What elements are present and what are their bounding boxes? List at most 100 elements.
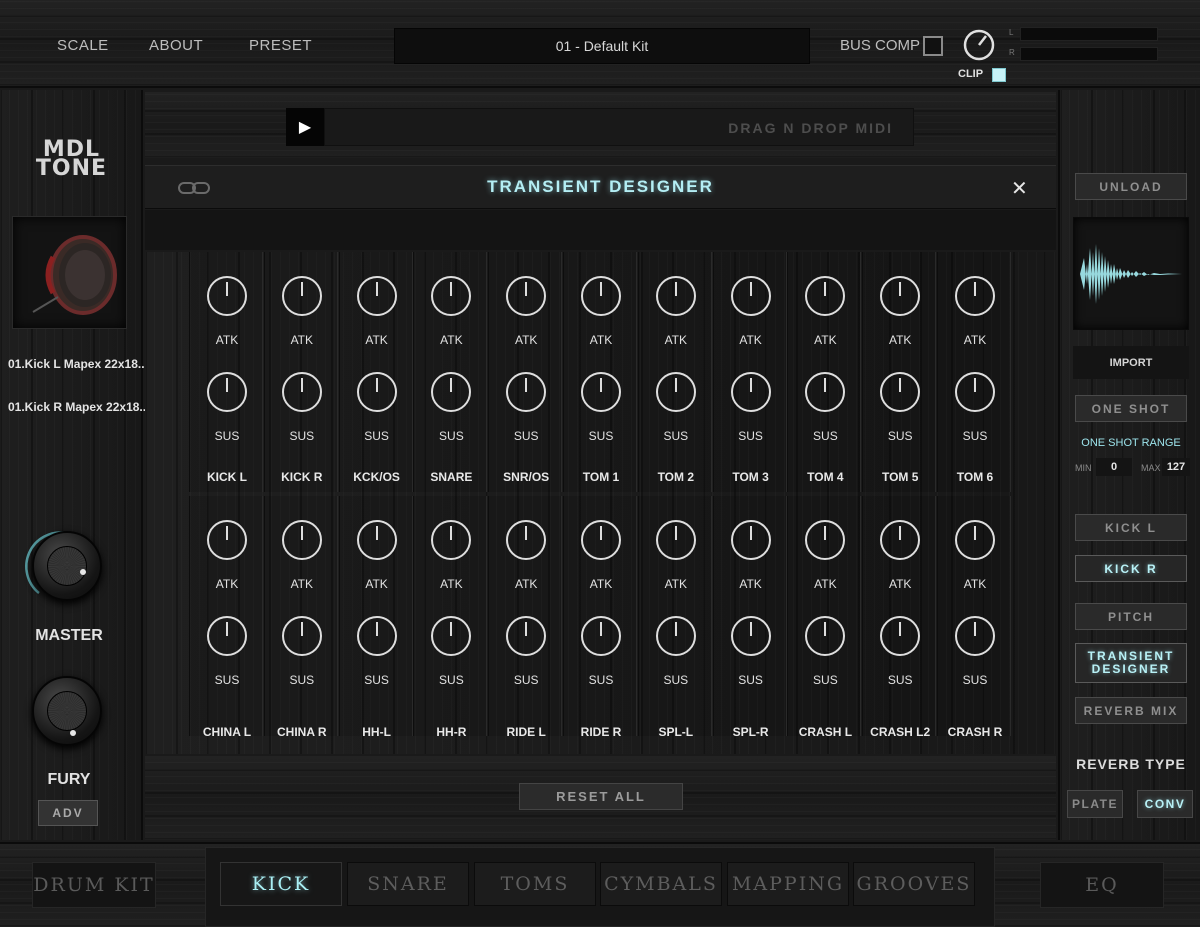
about-menu[interactable]: ABOUT — [149, 37, 203, 54]
kick-r-button[interactable]: KICK R — [1075, 555, 1187, 582]
meter-bar-l — [1020, 27, 1158, 41]
tab-toms[interactable]: TOMS — [474, 862, 596, 906]
atk-knob[interactable] — [281, 276, 322, 316]
sus-label: SUS — [289, 429, 315, 443]
atk-knob[interactable] — [506, 276, 547, 316]
transient-grid: ATK SUS KICK L ATK SUS KICK R ATK SUS KCK/OS ATK S… — [145, 252, 1056, 754]
sus-knob[interactable] — [655, 372, 696, 412]
reverb-mix-button[interactable]: REVERB MIX — [1075, 697, 1187, 724]
play-button[interactable]: ▶ — [286, 108, 324, 146]
sus-knob[interactable] — [356, 372, 397, 412]
sus-knob[interactable] — [730, 616, 771, 656]
sus-knob[interactable] — [581, 616, 621, 656]
bus-comp-knob[interactable] — [962, 28, 996, 62]
sus-knob[interactable] — [506, 372, 547, 412]
one-shot-button[interactable]: ONE SHOT — [1075, 395, 1187, 422]
sus-knob[interactable] — [581, 372, 621, 412]
sus-knob[interactable] — [207, 616, 247, 656]
sus-knob[interactable] — [880, 372, 921, 412]
tab-mapping[interactable]: MAPPING — [727, 862, 849, 906]
preset-selector[interactable]: 01 - Default Kit — [394, 28, 810, 64]
import-button[interactable]: IMPORT — [1073, 346, 1189, 379]
adv-button[interactable]: ADV — [38, 800, 98, 826]
sus-knob[interactable] — [805, 372, 846, 412]
clip-indicator[interactable] — [992, 68, 1006, 82]
atk-knob[interactable] — [356, 276, 397, 316]
conv-button[interactable]: CONV — [1137, 790, 1193, 818]
unload-button[interactable]: UNLOAD — [1075, 173, 1187, 200]
atk-label: ATK — [739, 577, 762, 591]
knob-indicator — [375, 282, 378, 296]
sus-knob[interactable] — [506, 616, 547, 656]
knob-indicator — [974, 378, 976, 392]
sus-knob[interactable] — [955, 372, 995, 412]
atk-knob[interactable] — [880, 520, 921, 560]
atk-knob[interactable] — [955, 276, 995, 316]
atk-knob[interactable] — [207, 276, 247, 316]
bus-comp-label: BUS COMP — [840, 37, 921, 54]
tab-cymbals[interactable]: CYMBALS — [600, 862, 722, 906]
drum-kit-tab[interactable]: DRUM KIT — [32, 862, 156, 908]
atk-label: ATK — [963, 577, 987, 591]
sus-knob[interactable] — [431, 616, 472, 656]
atk-knob[interactable] — [880, 276, 921, 316]
eq-tab[interactable]: EQ — [1040, 862, 1164, 908]
scale-menu[interactable]: SCALE — [57, 37, 109, 54]
sus-knob[interactable] — [880, 616, 921, 656]
atk-label: ATK — [963, 333, 987, 347]
knob-indicator — [674, 378, 677, 392]
transient-designer-button[interactable]: TRANSIENT DESIGNER — [1075, 643, 1187, 683]
reset-all-button[interactable]: RESET ALL — [519, 783, 683, 810]
close-icon[interactable]: ✕ — [1011, 176, 1028, 201]
sus-knob[interactable] — [955, 616, 995, 656]
sus-knob[interactable] — [281, 372, 322, 412]
atk-knob[interactable] — [207, 520, 247, 560]
preset-menu[interactable]: PRESET — [249, 37, 312, 54]
atk-knob[interactable] — [730, 276, 771, 316]
atk-knob[interactable] — [955, 520, 995, 560]
kick-drum-thumbnail[interactable] — [12, 216, 127, 329]
sus-knob[interactable] — [281, 616, 322, 656]
sus-knob[interactable] — [730, 372, 771, 412]
tab-kick[interactable]: KICK — [220, 862, 342, 906]
kick-l-button[interactable]: KICK L — [1075, 514, 1187, 541]
atk-knob[interactable] — [431, 520, 472, 560]
min-value-field[interactable]: 0 — [1096, 458, 1132, 476]
logo-line-2: TONE — [35, 156, 108, 181]
channel-strip: ATK SUS SPL-R — [712, 496, 787, 739]
meter-label-l: L — [1009, 28, 1014, 37]
atk-knob[interactable] — [581, 520, 621, 560]
sus-knob[interactable] — [356, 616, 397, 656]
sample-name-kick-r[interactable]: 01.Kick R Mapex 22x18... — [8, 400, 149, 414]
atk-knob[interactable] — [356, 520, 397, 560]
tab-snare[interactable]: SNARE — [347, 862, 469, 906]
atk-label: ATK — [589, 333, 613, 347]
bus-comp-checkbox[interactable] — [923, 36, 943, 56]
atk-knob[interactable] — [581, 276, 621, 316]
sus-knob[interactable] — [431, 372, 472, 412]
midi-drop-zone[interactable]: DRAG N DROP MIDI — [324, 108, 914, 146]
atk-knob[interactable] — [506, 520, 547, 560]
atk-label: ATK — [664, 577, 688, 591]
knob-indicator — [749, 526, 752, 540]
sus-knob[interactable] — [655, 616, 696, 656]
master-knob[interactable] — [32, 531, 102, 601]
atk-knob[interactable] — [805, 520, 846, 560]
atk-knob[interactable] — [431, 276, 472, 316]
sus-knob[interactable] — [207, 372, 247, 412]
plate-button[interactable]: PLATE — [1067, 790, 1123, 818]
fury-knob[interactable] — [32, 676, 102, 746]
pitch-button[interactable]: PITCH — [1075, 603, 1187, 630]
atk-knob[interactable] — [730, 520, 771, 560]
atk-knob[interactable] — [281, 520, 322, 560]
atk-knob[interactable] — [655, 520, 696, 560]
sample-name-kick-l[interactable]: 01.Kick L Mapex 22x18... — [8, 357, 148, 371]
channel-strip: ATK SUS CRASH L — [787, 496, 862, 739]
channel-strip: ATK SUS TOM 4 — [787, 252, 862, 492]
atk-knob[interactable] — [655, 276, 696, 316]
max-value-field[interactable]: 127 — [1162, 458, 1190, 476]
tab-grooves[interactable]: GROOVES — [853, 862, 975, 906]
atk-knob[interactable] — [805, 276, 846, 316]
sus-knob[interactable] — [805, 616, 846, 656]
channel-label: TOM 2 — [657, 470, 695, 484]
